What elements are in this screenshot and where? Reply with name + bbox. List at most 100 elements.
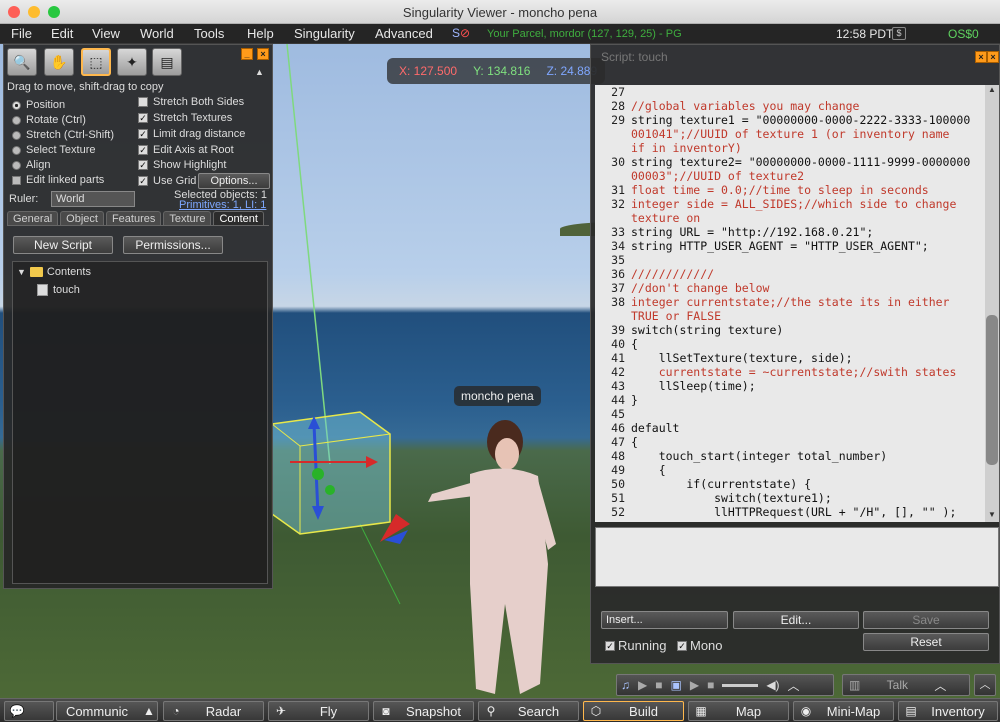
check-icon: ✓ — [138, 129, 148, 139]
menu-advanced[interactable]: Advanced — [375, 26, 433, 41]
talk-button[interactable]: ▥ Talk ︿ — [842, 674, 970, 696]
collapse-icon[interactable]: ▲ — [255, 67, 264, 77]
mode-align[interactable]: Align — [12, 159, 50, 171]
media-icon[interactable]: ▣ — [670, 678, 681, 692]
script-output[interactable] — [595, 527, 999, 587]
primitives-link[interactable]: Primitives: 1, LI: 1 — [179, 199, 266, 211]
script-item-row[interactable]: touch — [37, 284, 80, 296]
communicate-button[interactable]: Communic ▲ — [56, 701, 158, 721]
chevron-up-icon[interactable]: ▲ — [141, 704, 157, 718]
code-editor[interactable]: 27 28 //global variables you may change 29 s… — [595, 85, 985, 522]
menu-edit[interactable]: Edit — [51, 26, 73, 41]
code-line: 44} — [595, 393, 985, 407]
chat-button[interactable]: 💬 — [4, 701, 54, 721]
balance[interactable]: OS$0 — [948, 27, 979, 41]
selected-prim[interactable] — [271, 411, 391, 535]
tab-general[interactable]: General — [7, 211, 59, 226]
speaker-icon[interactable]: ◀) — [766, 678, 779, 692]
minimize-icon[interactable]: _ — [241, 48, 253, 60]
clock: 12:58 PDT — [836, 27, 894, 41]
close-icon[interactable]: × — [975, 51, 987, 63]
radar-button[interactable]: ◔ Radar — [163, 701, 264, 721]
stop-icon[interactable]: ■ — [655, 678, 662, 692]
scroll-up-icon[interactable]: ▲ — [985, 85, 999, 97]
menu-tools[interactable]: Tools — [194, 26, 224, 41]
stop-media-icon[interactable]: ■ — [707, 678, 714, 692]
permissions-button[interactable]: Permissions... — [123, 236, 223, 254]
tab-features[interactable]: Features — [105, 211, 162, 226]
folder-icon — [29, 267, 43, 277]
script-status-icon[interactable]: S⊘ — [452, 26, 470, 40]
menu-view[interactable]: View — [92, 26, 120, 41]
parcel-info[interactable]: Your Parcel, mordor (127, 129, 25) - PG — [487, 28, 682, 40]
talk-expand-icon[interactable]: ︿ — [934, 677, 946, 694]
code-text: } — [631, 393, 638, 407]
build-button[interactable]: ⬡ Build — [583, 701, 684, 721]
check-icon: ✓ — [138, 160, 148, 170]
talk-options-button[interactable]: ︿ — [974, 674, 996, 696]
line-number: 29 — [611, 113, 625, 127]
grid-guide-line — [286, 44, 331, 465]
reset-button[interactable]: Reset — [863, 633, 989, 651]
play-icon[interactable]: ▶ — [638, 678, 647, 692]
edit-tool-icon[interactable]: ⬚ — [81, 48, 111, 76]
minimap-label: Mini-Map — [826, 703, 881, 719]
music-icon[interactable]: ♫ — [621, 678, 630, 692]
use-grid-checkbox[interactable]: ✓ Use Grid — [138, 175, 196, 187]
stretch-both-sides-checkbox[interactable]: Stretch Both Sides — [138, 96, 244, 108]
menu-singularity[interactable]: Singularity — [294, 26, 355, 41]
line-number: 32 — [611, 197, 625, 211]
limit-drag-distance-checkbox[interactable]: ✓ Limit drag distance — [138, 128, 245, 140]
insert-dropdown[interactable]: Insert... — [601, 611, 728, 629]
mode-position[interactable]: Position — [12, 99, 65, 111]
mode-select-texture[interactable]: Select Texture — [12, 144, 96, 156]
mono-checkbox[interactable]: ✓ Mono — [677, 638, 723, 653]
scroll-down-icon[interactable]: ▼ — [985, 510, 999, 522]
focus-tool-icon[interactable]: 🔍 — [7, 48, 37, 76]
contents-folder-row[interactable]: ▼ Contents — [17, 266, 91, 278]
land-tool-icon[interactable]: ▤ — [152, 48, 182, 76]
mode-rotate[interactable]: Rotate (Ctrl) — [12, 114, 86, 126]
inventory-button[interactable]: ▤ Inventory — [898, 701, 998, 721]
contents-folder-label: Contents — [46, 266, 91, 278]
mode-stretch[interactable]: Stretch (Ctrl-Shift) — [12, 129, 114, 141]
create-tool-icon[interactable]: ✦ — [117, 48, 147, 76]
tab-object[interactable]: Object — [60, 211, 104, 226]
menu-world[interactable]: World — [140, 26, 174, 41]
new-script-button[interactable]: New Script — [13, 236, 113, 254]
edit-linked-checkbox[interactable]: Edit linked parts — [12, 174, 104, 186]
edit-axis-root-checkbox[interactable]: ✓ Edit Axis at Root — [138, 144, 234, 156]
tab-content[interactable]: Content — [213, 211, 264, 226]
code-line: 47 { — [595, 435, 985, 449]
buy-currency-icon[interactable]: $ — [892, 27, 906, 40]
show-highlight-checkbox[interactable]: ✓ Show Highlight — [138, 159, 226, 171]
code-scrollbar[interactable]: ▲ ▼ — [985, 85, 999, 522]
volume-slider[interactable] — [722, 683, 759, 687]
line-number: 34 — [611, 239, 625, 253]
minimap-button[interactable]: ◉ Mini-Map — [793, 701, 894, 721]
snapshot-button[interactable]: ◙ Snapshot — [373, 701, 474, 721]
tab-texture[interactable]: Texture — [163, 211, 212, 226]
build-floater: 🔍 ✋ ⬚ ✦ ▤ _ × ▲ Drag to move, shift-drag… — [3, 44, 273, 589]
menu-file[interactable]: File — [11, 26, 32, 41]
ruler-dropdown[interactable]: World — [51, 191, 135, 207]
expand-icon[interactable]: ︿ — [788, 677, 800, 694]
move-tool-icon[interactable]: ✋ — [44, 48, 74, 76]
search-button[interactable]: ⚲ Search — [478, 701, 579, 721]
expand-arrow-icon[interactable]: ▼ — [17, 267, 26, 277]
scroll-thumb[interactable] — [986, 315, 998, 465]
code-text: 001041";//UUID of texture 1 (or inventor… — [631, 127, 950, 141]
grid-options-button[interactable]: Options... — [198, 173, 270, 189]
map-button[interactable]: ▦ Map — [688, 701, 789, 721]
fly-button[interactable]: ✈ Fly — [268, 701, 369, 721]
close-icon[interactable]: × — [987, 51, 999, 63]
running-checkbox[interactable]: ✓ Running — [605, 638, 666, 653]
avatar[interactable] — [428, 420, 556, 694]
close-icon[interactable]: × — [257, 48, 269, 60]
build-icon: ⬡ — [590, 704, 602, 718]
stretch-textures-checkbox[interactable]: ✓ Stretch Textures — [138, 112, 232, 124]
play-media-icon[interactable]: ▶ — [690, 678, 699, 692]
edit-dropdown[interactable]: Edit... — [733, 611, 859, 629]
save-button[interactable]: Save — [863, 611, 989, 629]
menu-help[interactable]: Help — [247, 26, 274, 41]
